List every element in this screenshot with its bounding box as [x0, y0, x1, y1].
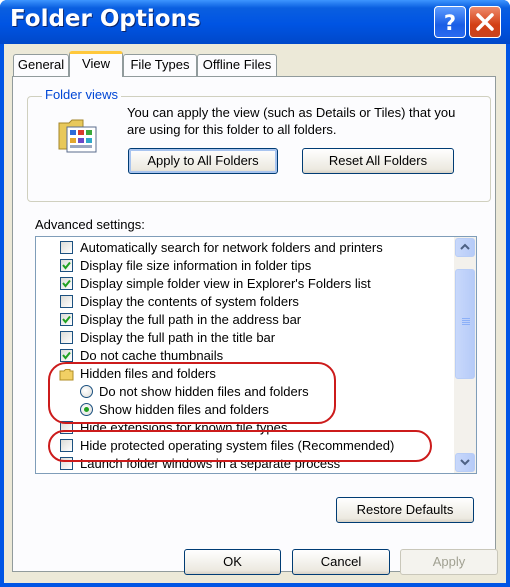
window-title: Folder Options: [10, 6, 201, 32]
checkmark-icon: [62, 351, 71, 360]
reset-all-folders-button[interactable]: Reset All Folders: [302, 148, 454, 174]
list-item-label: Do not cache thumbnails: [80, 348, 224, 363]
checkbox[interactable]: [60, 349, 73, 362]
tab-offline-files[interactable]: Offline Files: [197, 54, 277, 76]
list-item-label: Hide protected operating system files (R…: [80, 438, 395, 453]
list-item-label: Automatically search for network folders…: [80, 240, 383, 255]
checkmark-icon: [62, 279, 71, 288]
tab-view[interactable]: View: [69, 51, 123, 77]
list-item-label: Display the contents of system folders: [80, 294, 299, 309]
dialog-client-area: General View File Types Offline Files Fo…: [4, 44, 506, 583]
chevron-up-icon: [460, 243, 470, 250]
checkbox[interactable]: [60, 277, 73, 290]
tab-general[interactable]: General: [13, 54, 69, 76]
help-button[interactable]: ?: [434, 6, 466, 38]
advanced-settings-list[interactable]: Automatically search for network folders…: [35, 236, 477, 474]
checkbox[interactable]: [60, 421, 73, 434]
restore-defaults-button[interactable]: Restore Defaults: [336, 497, 474, 523]
apply-button[interactable]: Apply: [400, 549, 498, 575]
close-button[interactable]: [469, 6, 501, 38]
folder-view-icon: [58, 119, 97, 153]
folder-views-title: Folder views: [42, 87, 121, 102]
checkbox[interactable]: [60, 313, 73, 326]
list-item-label: Display the full path in the address bar: [80, 312, 302, 327]
radio-button[interactable]: [80, 403, 93, 416]
list-item-label: Do not show hidden files and folders: [99, 384, 309, 399]
apply-to-all-folders-button[interactable]: Apply to All Folders: [128, 148, 278, 174]
list-item-label: Display the full path in the title bar: [80, 330, 276, 345]
list-item-label: Display simple folder view in Explorer's…: [80, 276, 371, 291]
checkbox[interactable]: [60, 259, 73, 272]
list-item-label: Hidden files and folders: [80, 366, 216, 381]
radio-button[interactable]: [80, 385, 93, 398]
scroll-thumb[interactable]: [455, 269, 475, 379]
tab-file-types[interactable]: File Types: [123, 54, 197, 76]
scroll-up-button[interactable]: [455, 238, 475, 257]
folder-options-window: Folder Options ? General View File Types…: [0, 0, 510, 587]
advanced-settings-label: Advanced settings:: [35, 217, 145, 232]
title-bar[interactable]: Folder Options ?: [0, 0, 510, 44]
list-item-label: Launch folder windows in a separate proc…: [80, 456, 341, 471]
scroll-down-button[interactable]: [455, 453, 475, 472]
vertical-scrollbar[interactable]: [454, 237, 476, 473]
chevron-down-icon: [460, 459, 470, 466]
checkbox[interactable]: [60, 331, 73, 344]
cancel-button[interactable]: Cancel: [292, 549, 390, 575]
checkmark-icon: [62, 315, 71, 324]
close-icon: [476, 13, 494, 31]
list-item-label: Show hidden files and folders: [99, 402, 269, 417]
svg-text:?: ?: [444, 11, 456, 35]
checkbox[interactable]: [60, 295, 73, 308]
list-item-label: Hide extensions for known file types: [80, 420, 288, 435]
checkbox[interactable]: [60, 457, 73, 470]
folder-icon: [59, 369, 74, 381]
checkbox[interactable]: [60, 241, 73, 254]
folder-views-description: You can apply the view (such as Details …: [127, 105, 456, 137]
radio-selected-dot: [84, 407, 89, 412]
checkbox[interactable]: [60, 439, 73, 452]
ok-button[interactable]: OK: [184, 549, 281, 575]
checkmark-icon: [62, 261, 71, 270]
question-mark-icon: ?: [444, 11, 456, 35]
list-item-label: Display file size information in folder …: [80, 258, 312, 273]
